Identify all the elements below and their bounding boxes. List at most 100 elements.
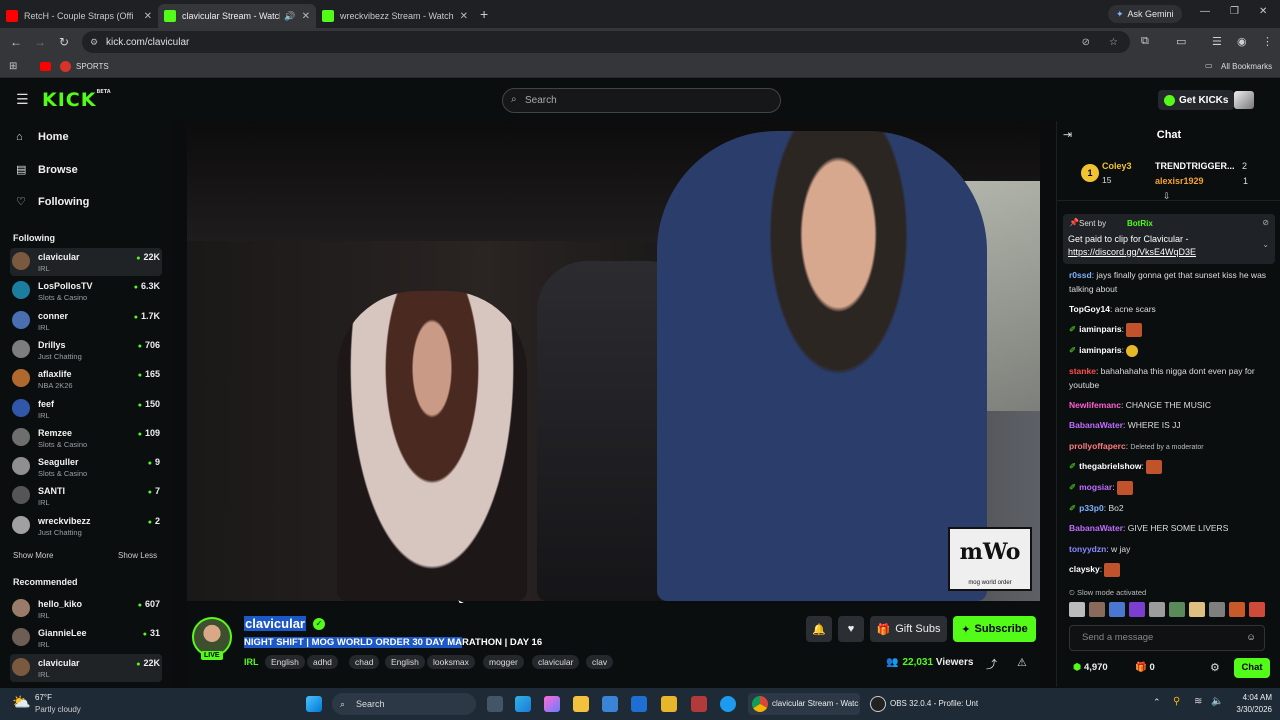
unpin-icon[interactable]: ⊘: [1262, 218, 1269, 227]
browser-tab-3[interactable]: wreckvibezz Stream - Watch Li ✕: [316, 4, 474, 28]
channel-item[interactable]: hello_kiko IRL 607: [10, 595, 162, 623]
streamer-name[interactable]: clavicular: [244, 616, 306, 631]
emote-icon[interactable]: [1109, 602, 1125, 617]
chat-input[interactable]: Send a message ☺: [1069, 625, 1265, 651]
outlook-icon[interactable]: [631, 696, 647, 712]
emote-icon[interactable]: [1229, 602, 1245, 617]
channel-item[interactable]: aflaxlifeNBA 2K26 165: [10, 365, 162, 393]
send-chat-button[interactable]: Chat: [1234, 658, 1270, 678]
channel-item[interactable]: clavicularIRL 22K: [10, 653, 162, 682]
chat-username[interactable]: iaminparis: [1079, 345, 1122, 355]
task-view-icon[interactable]: [487, 696, 503, 712]
channel-item[interactable]: LosPollosTVSlots & Casino 6.3K: [10, 277, 162, 305]
apps-grid-icon[interactable]: ⊞: [9, 61, 17, 72]
file-explorer-icon[interactable]: [573, 696, 589, 712]
windows-start-icon[interactable]: [306, 696, 322, 712]
channel-points[interactable]: ⬢ 4,970: [1073, 662, 1108, 673]
chat-username[interactable]: BabanaWater: [1069, 420, 1123, 430]
show-less-button[interactable]: Show Less: [118, 551, 157, 560]
chat-username[interactable]: p33p0: [1079, 503, 1104, 513]
forward-icon[interactable]: →: [28, 35, 52, 49]
channel-item[interactable]: feefIRL 150: [10, 395, 162, 423]
user-avatar[interactable]: [1234, 91, 1254, 109]
emote-icon[interactable]: [1069, 602, 1085, 617]
expand-leaderboard-icon[interactable]: ⇩: [1163, 191, 1171, 202]
close-window-icon[interactable]: ✕: [1259, 6, 1267, 17]
store-icon[interactable]: [602, 696, 618, 712]
reading-list-icon[interactable]: ☰: [1212, 35, 1222, 48]
emote-icon[interactable]: [1149, 602, 1165, 617]
eye-off-icon[interactable]: ⊘: [1082, 37, 1090, 48]
twitter-icon[interactable]: [720, 696, 736, 712]
maximize-icon[interactable]: ❐: [1230, 6, 1239, 17]
tray-app-icon[interactable]: ⚲: [1173, 696, 1180, 707]
chat-username[interactable]: BabanaWater: [1069, 523, 1123, 533]
gift-counter[interactable]: 🎁 0: [1135, 662, 1155, 673]
taskbar-obs-window[interactable]: OBS 32.0.4 - Profile: Unt: [866, 693, 980, 715]
category-link[interactable]: IRL: [244, 657, 259, 667]
site-info-icon[interactable]: ⚙: [90, 37, 98, 48]
profile-icon[interactable]: ◉: [1237, 35, 1247, 48]
emote-icon[interactable]: [1129, 602, 1145, 617]
close-tab-icon[interactable]: ✕: [144, 11, 152, 22]
nav-browse[interactable]: ▤ Browse: [16, 163, 78, 177]
search-input[interactable]: ⌕ Search: [502, 88, 781, 113]
nav-following[interactable]: ♡ Following: [16, 195, 89, 209]
sports-bookmark[interactable]: SPORTS: [76, 62, 109, 71]
stream-tag[interactable]: adhd: [307, 655, 338, 669]
stream-tag[interactable]: English: [385, 655, 425, 669]
taskbar-chrome-window[interactable]: clavicular Stream - Watc: [748, 693, 860, 715]
app-r-icon[interactable]: [661, 696, 677, 712]
channel-item[interactable]: wreckvibezzJust Chatting 2: [10, 512, 162, 540]
url-bar[interactable]: ⚙ kick.com/clavicular ⊘ ☆: [82, 31, 1130, 53]
discord-link[interactable]: https://discord.gg/VksE4WqD3E: [1068, 247, 1196, 257]
report-icon[interactable]: ⚠: [1017, 656, 1027, 669]
bot-name[interactable]: BotRix: [1127, 219, 1153, 228]
all-bookmarks[interactable]: All Bookmarks: [1221, 62, 1272, 71]
emote-icon[interactable]: [1249, 602, 1265, 617]
share-icon[interactable]: ⤴: [986, 656, 997, 672]
notification-bell-button[interactable]: 🔔: [806, 616, 832, 642]
close-tab-icon[interactable]: ✕: [302, 11, 310, 22]
chat-username[interactable]: prollyoffaperc: [1069, 441, 1126, 451]
chat-username[interactable]: thegabrielshow: [1079, 461, 1141, 471]
emote-icon[interactable]: [1209, 602, 1225, 617]
cast-icon[interactable]: ▭: [1176, 35, 1186, 48]
app-red-icon[interactable]: [691, 696, 707, 712]
chat-username[interactable]: stanke: [1069, 366, 1096, 376]
hamburger-menu-icon[interactable]: ☰: [16, 91, 29, 108]
stream-tag[interactable]: clavicular: [532, 655, 580, 669]
chat-username[interactable]: iaminparis: [1079, 324, 1122, 334]
chat-settings-icon[interactable]: ⚙: [1210, 661, 1220, 674]
channel-item[interactable]: SANTIIRL 7: [10, 482, 162, 510]
emote-icon[interactable]: [1169, 602, 1185, 617]
ask-gemini-button[interactable]: ✦ Ask Gemini: [1108, 5, 1182, 23]
taskbar-search[interactable]: ⌕ Search: [332, 693, 476, 715]
gift-subs-button[interactable]: 🎁 Gift Subs: [870, 616, 947, 642]
emote-icon[interactable]: [1189, 602, 1205, 617]
show-more-button[interactable]: Show More: [13, 551, 53, 560]
leader-name[interactable]: TRENDTRIGGER...: [1155, 161, 1235, 171]
channel-item[interactable]: RemzeeSlots & Casino 109: [10, 424, 162, 452]
chat-username[interactable]: Newlifemanc: [1069, 400, 1121, 410]
emote-icon[interactable]: [1089, 602, 1105, 617]
reload-icon[interactable]: ↻: [52, 35, 76, 49]
nav-home[interactable]: ⌂ Home: [16, 131, 69, 143]
emoji-icon[interactable]: ☺: [1246, 626, 1256, 650]
chat-username[interactable]: claysky: [1069, 564, 1100, 574]
menu-icon[interactable]: ⋮: [1262, 35, 1273, 48]
wifi-icon[interactable]: ≋: [1194, 696, 1202, 707]
tray-chevron-icon[interactable]: ⌃: [1153, 697, 1161, 708]
kick-logo[interactable]: KICKBETA: [42, 89, 111, 111]
new-tab-button[interactable]: +: [480, 6, 488, 22]
stream-tag[interactable]: clav: [586, 655, 614, 669]
chat-username[interactable]: mogsiar: [1079, 482, 1112, 492]
edge-icon[interactable]: [515, 696, 531, 712]
video-player[interactable]: mWo mog world order: [187, 121, 1040, 601]
browser-tab-1[interactable]: RetcH - Couple Straps (Offi ✕: [0, 4, 158, 28]
leader-name[interactable]: alexisr1929: [1155, 176, 1204, 186]
stream-tag[interactable]: English: [265, 655, 305, 669]
extensions-icon[interactable]: ⧉: [1141, 35, 1149, 48]
chat-username[interactable]: tonyydzn: [1069, 544, 1106, 554]
channel-item[interactable]: SeagullerSlots & Casino 9: [10, 453, 162, 481]
